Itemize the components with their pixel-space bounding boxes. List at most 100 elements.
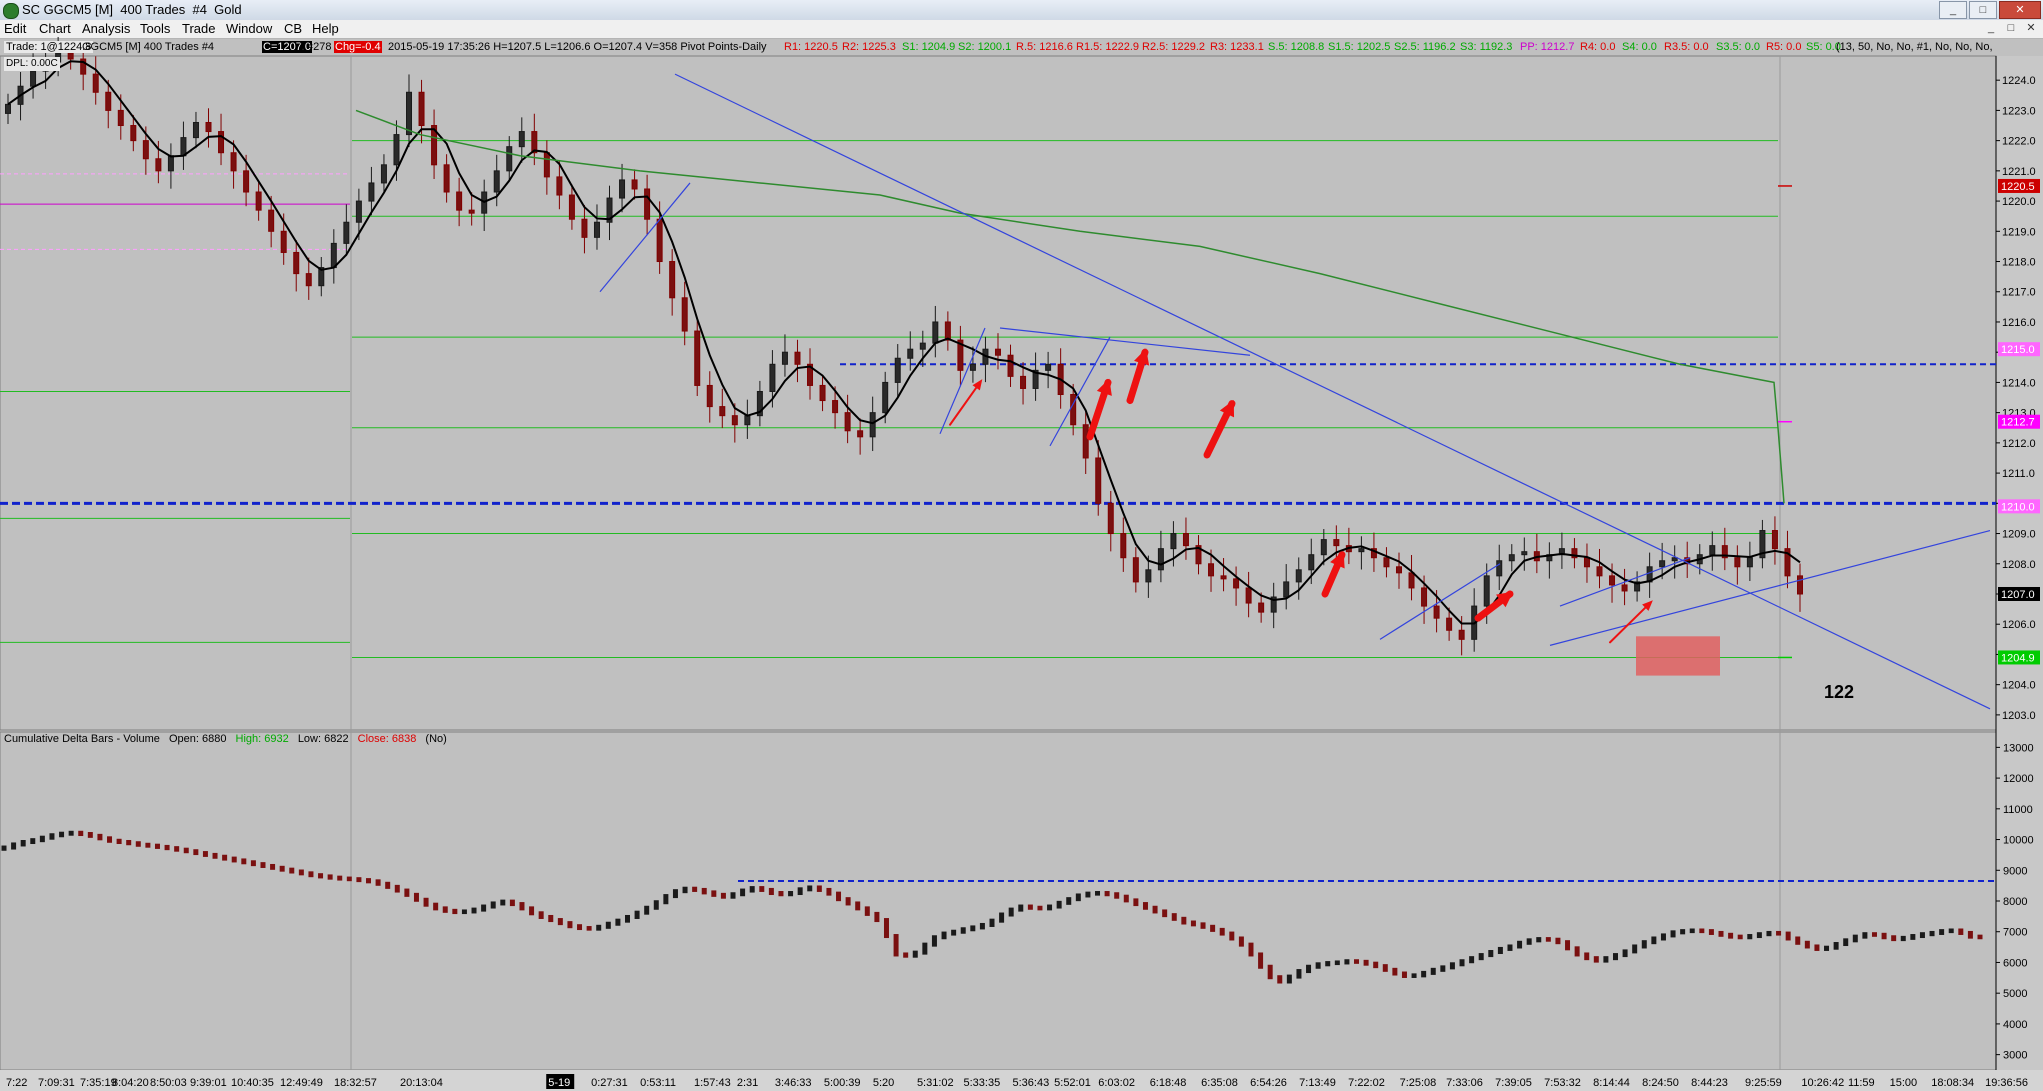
candle-body	[1408, 572, 1415, 589]
delta-bar	[1373, 961, 1379, 969]
candle-body	[142, 140, 149, 160]
candle-body	[1496, 560, 1503, 577]
delta-bar	[1421, 970, 1427, 978]
x-tick-label: 5:31:02	[917, 1077, 954, 1089]
delta-bar	[836, 891, 842, 902]
candle-body	[1095, 457, 1102, 504]
delta-tick-label: 13000	[2003, 742, 2034, 754]
delta-bar	[1680, 929, 1686, 935]
pivot-s2: S2: 1200.1	[958, 41, 1012, 53]
delta-bar	[826, 887, 832, 896]
delta-bar	[1085, 891, 1091, 898]
candle-body	[894, 357, 901, 383]
delta-bar	[989, 918, 995, 927]
candle-body	[731, 415, 738, 426]
candle-body	[1182, 533, 1189, 547]
price-tick-label: 1221.0	[2002, 166, 2036, 178]
delta-bar	[979, 922, 985, 930]
candle-body	[1659, 560, 1666, 568]
x-tick-label: 10:40:35	[231, 1077, 274, 1089]
delta-bar	[183, 847, 189, 854]
delta-bar	[1603, 956, 1609, 963]
candle-body	[1621, 584, 1628, 592]
x-tick-label: 6:03:02	[1098, 1077, 1135, 1089]
delta-bar	[1430, 967, 1436, 975]
candle-body	[694, 330, 701, 386]
candle-body	[869, 412, 876, 438]
delta-bar	[1747, 934, 1753, 940]
x-tick-label: 15:00	[1890, 1077, 1918, 1089]
highlight-zone	[1636, 636, 1720, 676]
delta-bar	[749, 886, 755, 893]
candle-body	[944, 321, 951, 341]
delta-bar	[212, 852, 218, 859]
candle-body	[1709, 545, 1716, 556]
delta-high: High: 6932	[235, 733, 289, 745]
delta-bar	[250, 860, 256, 867]
delta-bar	[68, 830, 74, 836]
candle-body	[819, 384, 826, 402]
delta-bar	[385, 881, 391, 889]
delta-bar	[270, 863, 276, 870]
delta-bar	[1277, 975, 1283, 984]
delta-bar	[1095, 891, 1101, 896]
delta-bar	[1210, 924, 1216, 932]
candle-body	[832, 400, 839, 414]
price-tick-label: 1206.0	[2002, 619, 2036, 631]
delta-bar	[97, 833, 103, 841]
candle-body	[343, 221, 350, 244]
delta-bar	[692, 886, 698, 892]
x-tick-label: 7:22	[6, 1077, 27, 1089]
delta-bar	[337, 875, 343, 881]
delta-bar	[1401, 971, 1407, 978]
candle-body	[1157, 548, 1164, 571]
delta-bar	[1948, 928, 1954, 934]
candle-body	[1145, 569, 1152, 583]
candle-body	[1446, 617, 1453, 631]
delta-bar	[1229, 931, 1235, 941]
candle-body	[293, 251, 300, 275]
dpl-label: DPL: 0.00C	[4, 57, 60, 71]
candle-body	[1483, 575, 1490, 607]
chart-canvas[interactable]: 1224.0 1223.0 1222.0 1221.0 1220.0 1219.0 1218…	[0, 0, 2043, 1091]
delta-bar	[135, 841, 141, 847]
candle-body	[543, 152, 550, 178]
x-tick-label: 12:49:49	[280, 1077, 323, 1089]
delta-bar	[577, 924, 583, 931]
delta-bar	[1334, 960, 1340, 966]
x-tick-label: 7:33:06	[1446, 1077, 1483, 1089]
delta-bar	[1037, 905, 1043, 911]
candle-body	[1308, 554, 1315, 571]
delta-bar	[816, 885, 822, 892]
x-tick-label: 8:24:50	[1642, 1077, 1679, 1089]
candle-body	[1609, 575, 1616, 586]
delta-bar	[1478, 953, 1484, 961]
delta-bar	[298, 869, 304, 876]
x-tick-label: 1:57:43	[694, 1077, 731, 1089]
delta-bar	[874, 911, 880, 923]
candle-body	[1358, 548, 1365, 553]
delta-bar	[1248, 942, 1254, 957]
delta-bar	[279, 865, 285, 872]
pivot-s3: S3: 1192.3	[1460, 41, 1513, 53]
delta-bar	[1066, 897, 1072, 905]
candle-body	[1421, 587, 1428, 607]
candle-body	[380, 164, 387, 184]
delta-bar	[740, 888, 746, 897]
delta-bar	[500, 899, 506, 906]
candle-body	[919, 342, 926, 350]
delta-bar	[442, 906, 448, 913]
delta-bar	[1555, 937, 1561, 945]
delta-bar	[1670, 930, 1676, 938]
candle-body	[1671, 557, 1678, 562]
x-tick-label: 8:04:20	[112, 1077, 149, 1089]
delta-bar	[1238, 936, 1244, 947]
delta-bar	[1852, 934, 1858, 943]
delta-bar	[529, 906, 535, 916]
price-tag-label: 1204.9	[2001, 652, 2035, 664]
candle-body	[255, 191, 262, 211]
delta-bar	[11, 842, 17, 850]
candle-body	[456, 191, 463, 211]
delta-bar	[1219, 927, 1225, 936]
delta-bar	[59, 831, 65, 838]
